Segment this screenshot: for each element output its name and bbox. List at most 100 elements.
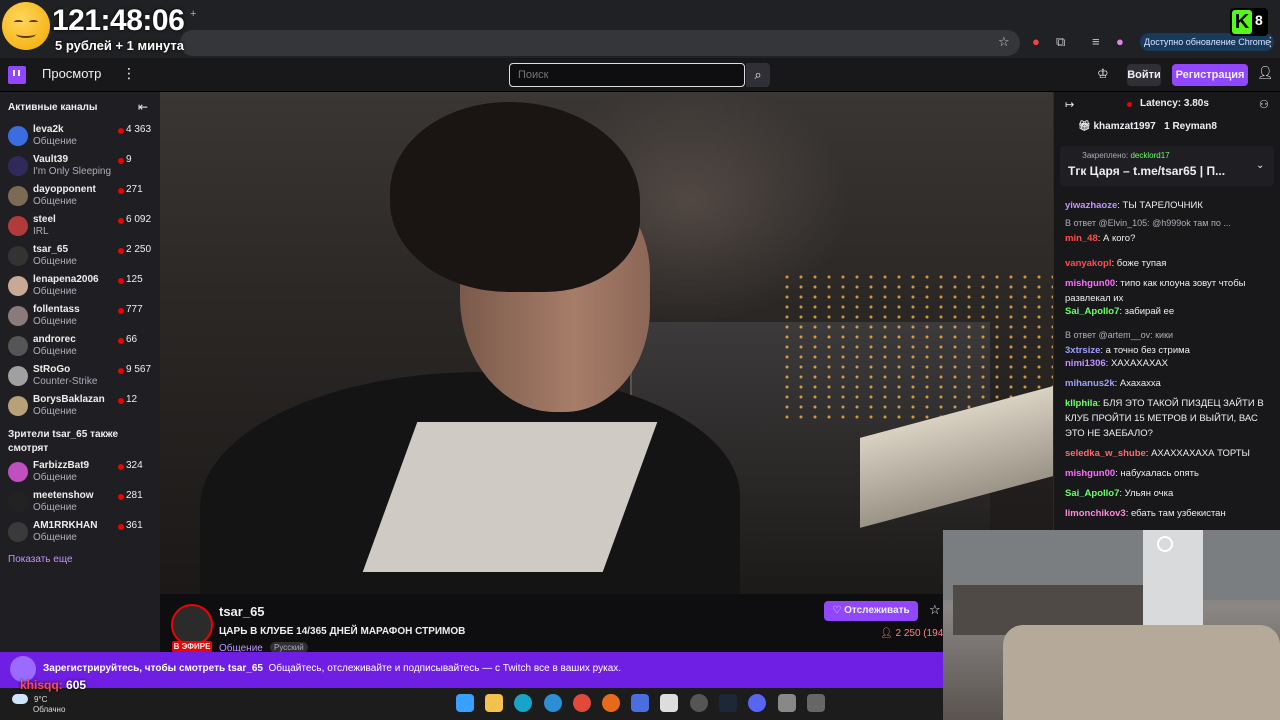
collapse-sidebar-icon[interactable]: ⇤ — [138, 100, 148, 114]
user-menu-icon[interactable]: 👤︎ — [1257, 65, 1274, 81]
channel-category: Общение — [33, 196, 77, 207]
sidebar-channel[interactable]: AM1RRKHAN Общение 361 — [0, 518, 160, 548]
chat-message[interactable]: Sai_Apollo7: Ульян очка — [1065, 486, 1277, 501]
channel-name: BorysBaklazan — [33, 394, 105, 405]
prime-crown-icon[interactable]: ♔ — [1097, 66, 1109, 82]
search-icon[interactable]: ⌕ — [746, 63, 770, 87]
more-options-icon[interactable]: ⋮ — [122, 65, 136, 82]
channel-avatar[interactable] — [171, 604, 213, 646]
chat-username[interactable]: kllphila — [1065, 398, 1098, 409]
channel-name[interactable]: tsar_65 — [219, 604, 265, 619]
notify-star-icon[interactable]: ☆ — [929, 602, 941, 618]
app-icon[interactable] — [602, 694, 620, 712]
chat-username[interactable]: Sai_Apollo7 — [1065, 488, 1119, 499]
calculator-icon[interactable] — [807, 694, 825, 712]
chat-username[interactable]: mishgun00 — [1065, 468, 1115, 479]
bookmark-star-icon[interactable]: ☆ — [998, 34, 1010, 50]
live-dot — [118, 248, 124, 254]
profile-avatar-icon[interactable]: ● — [1116, 34, 1124, 49]
settings-gear-icon[interactable] — [778, 694, 796, 712]
sidebar-channel[interactable]: dayopponent Общение 271 — [0, 182, 160, 212]
telegram-icon[interactable] — [544, 694, 562, 712]
chat-username[interactable]: mishgun00 — [1065, 278, 1115, 289]
chat-message[interactable]: mihanus2k: Ахахахха — [1065, 376, 1277, 391]
live-dot — [118, 494, 124, 500]
signup-button[interactable]: Регистрация — [1172, 64, 1248, 86]
twitch-logo-icon[interactable] — [8, 66, 26, 84]
channel-avatar — [8, 492, 28, 512]
live-badge: В ЭФИРЕ — [172, 641, 212, 652]
edge-icon[interactable] — [514, 694, 532, 712]
pinned-text: Тгк Царя – t.me/tsar65 | П... — [1068, 164, 1226, 178]
chat-message[interactable]: nimi1306: ХАХАХАХАХ — [1065, 356, 1277, 371]
timer-plus: + — [190, 8, 197, 20]
show-more-link[interactable]: Показать еще — [8, 554, 73, 565]
steam-icon[interactable] — [719, 694, 737, 712]
chat-message[interactable]: В ответ @Elvin_105: @h999ok там по ... mi… — [1065, 216, 1277, 246]
channel-name: androrec — [33, 334, 76, 345]
sidebar-channel[interactable]: tsar_65 Общение 2 250 — [0, 242, 160, 272]
pinned-message[interactable]: Закреплено: decklord17 Тгк Царя – t.me/t… — [1060, 146, 1274, 186]
chat-message[interactable]: limonchikov3: ебать там узбекистан — [1065, 506, 1277, 521]
sidebar-channel[interactable]: androrec Общение 66 — [0, 332, 160, 362]
extensions-puzzle-icon[interactable]: ⧉ — [1056, 34, 1065, 50]
address-bar[interactable] — [180, 30, 1020, 56]
chat-username[interactable]: seledka_w_shube — [1065, 448, 1146, 459]
channel-viewers: 66 — [126, 334, 138, 345]
sidebar-channel[interactable]: leva2k Общение 4 363 — [0, 122, 160, 152]
sidebar-channel[interactable]: Vault39 I'm Only Sleeping 9 — [0, 152, 160, 182]
chrome-menu-icon[interactable]: ⋮ — [1264, 34, 1277, 50]
extension-icon[interactable]: ● — [1032, 34, 1040, 49]
chat-username[interactable]: nimi1306 — [1065, 358, 1106, 369]
explorer-icon[interactable] — [485, 694, 503, 712]
chat-username[interactable]: mihanus2k — [1065, 378, 1115, 389]
sidebar-channel[interactable]: meetenshow Общение 281 — [0, 488, 160, 518]
chat-message[interactable]: yiwazhaoze: ТЫ ТАРЕЛОЧНИК — [1065, 198, 1277, 213]
start-icon[interactable] — [456, 694, 474, 712]
chat-message[interactable]: mishgun00: набухалась опять — [1065, 466, 1277, 481]
community-icon[interactable]: ⚇ — [1259, 98, 1269, 111]
search-input[interactable] — [509, 63, 745, 87]
channel-category: Общение — [33, 136, 77, 147]
collapse-chat-icon[interactable]: ↦ — [1065, 98, 1074, 111]
follow-button[interactable]: ♡ Отслеживать — [824, 601, 918, 621]
chat-username[interactable]: 3xtrsize — [1065, 345, 1100, 356]
sidebar-channel[interactable]: lenapena2006 Общение 125 — [0, 272, 160, 302]
banner-text: Зарегистрируйтесь, чтобы смотреть tsar_6… — [43, 663, 621, 674]
chat-username[interactable]: yiwazhaoze — [1065, 200, 1117, 211]
emoji-face-icon — [2, 2, 50, 50]
live-dot — [118, 338, 124, 344]
chevron-down-icon[interactable]: ⌄ — [1256, 160, 1264, 171]
login-button[interactable]: Войти — [1127, 64, 1161, 86]
pinned-label: Закреплено: decklord17 — [1082, 151, 1170, 160]
chat-message[interactable]: kllphila: БЛЯ ЭТО ТАКОЙ ПИЗДЕЦ ЗАЙТИ В К… — [1065, 396, 1277, 441]
chat-message[interactable]: mishgun00: типо как клоуна зовут чтобы р… — [1065, 276, 1277, 306]
chat-message[interactable]: Sai_Apollo7: забирай ее — [1065, 304, 1277, 319]
sidebar-channel[interactable]: follentass Общение 777 — [0, 302, 160, 332]
channel-name: steel — [33, 214, 56, 225]
stats-icon[interactable] — [631, 694, 649, 712]
chat-username[interactable]: vanyakopl — [1065, 258, 1111, 269]
chrome-icon[interactable] — [573, 694, 591, 712]
chat-message[interactable]: seledka_w_shube: АХАХХАХАХА ТОРТЫ — [1065, 446, 1277, 461]
discord-icon[interactable] — [748, 694, 766, 712]
chat-message[interactable]: В ответ @artem__ov: кики 3xtrsize: а точн… — [1065, 328, 1277, 358]
obs-icon[interactable] — [660, 694, 678, 712]
kick-logo-icon: K — [1232, 10, 1252, 34]
live-dot — [118, 188, 124, 194]
sidebar-channel[interactable]: StRoGo Counter-Strike 9 567 — [0, 362, 160, 392]
chat-message[interactable]: vanyakopl: боже тупая — [1065, 256, 1277, 271]
banner-body: Общайтесь, отслеживайте и подписывайтесь… — [268, 663, 622, 674]
sidebar-channel[interactable]: steel IRL 6 092 — [0, 212, 160, 242]
sidebar-channel[interactable]: FarbizzBat9 Общение 324 — [0, 458, 160, 488]
register-banner[interactable]: Зарегистрируйтесь, чтобы смотреть tsar_6… — [0, 652, 943, 688]
media-control-icon[interactable]: ≡ — [1092, 34, 1100, 49]
chat-username[interactable]: min_48 — [1065, 233, 1098, 244]
chat-username[interactable]: Sai_Apollo7 — [1065, 306, 1119, 317]
video-player[interactable] — [160, 92, 1053, 594]
chat-username[interactable]: limonchikov3 — [1065, 508, 1126, 519]
browse-link[interactable]: Просмотр — [42, 66, 101, 81]
channel-category: I'm Only Sleeping — [33, 166, 112, 177]
sidebar-channel[interactable]: BorysBaklazan Общение 12 — [0, 392, 160, 422]
media-icon[interactable] — [690, 694, 708, 712]
